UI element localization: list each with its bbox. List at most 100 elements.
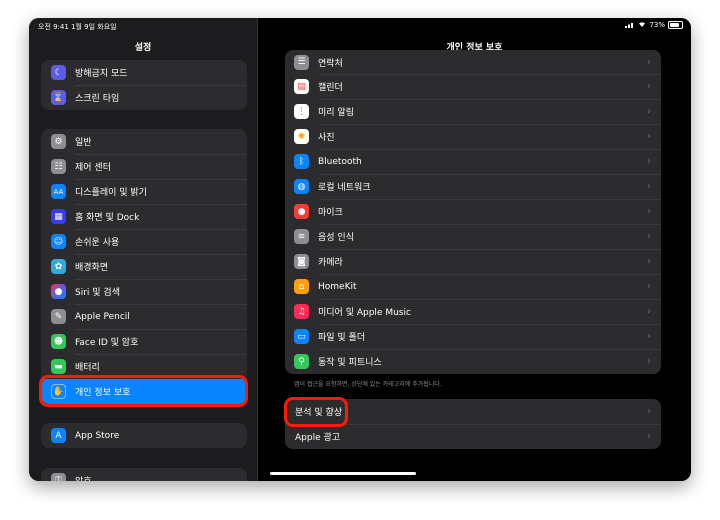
sidebar-item-general[interactable]: ⚙ 일반 <box>41 129 247 154</box>
cellular-signal-icon <box>625 22 635 28</box>
camera-icon: ◙ <box>294 254 309 269</box>
sidebar-title: 설정 <box>134 43 152 53</box>
chevron-right-icon: › <box>647 131 651 142</box>
sidebar-item-wallpaper[interactable]: ✿ 배경화면 <box>41 254 247 279</box>
accessibility-icon: ☺ <box>51 234 66 249</box>
contacts-icon: ☰ <box>294 54 309 70</box>
list-item-label: 카메라 <box>318 258 343 268</box>
sidebar-item-face-id[interactable]: ☻ Face ID 및 암호 <box>41 329 247 354</box>
chevron-right-icon: › <box>647 181 651 192</box>
sidebar-item-apple-pencil[interactable]: ✎ Apple Pencil <box>41 304 247 329</box>
list-item-label: 음성 인식 <box>318 233 354 243</box>
status-bar: 오전 9:41 1월 9일 화요일 73% <box>29 18 691 34</box>
globe-icon: ◍ <box>294 179 309 194</box>
sidebar-item-screen-time[interactable]: ⌛ 스크린 타임 <box>41 85 247 110</box>
home-indicator[interactable] <box>270 472 416 475</box>
chevron-right-icon: › <box>647 206 651 217</box>
sidebar-group-passwords: ⚿ 암호 <box>41 468 247 481</box>
list-item-label: HomeKit <box>318 281 357 292</box>
chevron-right-icon: › <box>647 331 651 342</box>
status-time: 오전 9:41 1월 9일 화요일 <box>38 23 117 31</box>
sidebar-group-focus: ☾ 방해금지 모드 ⌛ 스크린 타임 <box>41 60 247 110</box>
ipad-screen: 설정 ☾ 방해금지 모드 ⌛ 스크린 타임 ⚙ 일반 ☷ 제어 센터 AA 디스 <box>29 18 691 481</box>
chevron-right-icon: › <box>647 56 651 68</box>
highlight-privacy-annotation <box>39 375 248 407</box>
list-item-bluetooth[interactable]: ᛒ Bluetooth › <box>285 149 661 174</box>
list-item-local-network[interactable]: ◍ 로컬 네트워크 › <box>285 174 661 199</box>
sidebar-item-label: 배경화면 <box>75 263 109 273</box>
section-footer-note: 앱이 접근을 요청하면, 상단에 있는 카테고리에 추가됩니다. <box>294 381 442 388</box>
calendar-icon: ▤ <box>294 79 309 94</box>
list-item-label: 동작 및 피트니스 <box>318 358 382 368</box>
sidebar-item-passwords[interactable]: ⚿ 암호 <box>41 468 247 481</box>
sidebar-item-siri[interactable]: ● Siri 및 검색 <box>41 279 247 304</box>
privacy-permissions-list: ☰ 연락처 › ▤ 캘린더 › ⋮ 미리 알림 › ✺ 사진 › ᛒ Bluet <box>285 50 661 374</box>
list-item-camera[interactable]: ◙ 카메라 › <box>285 249 661 274</box>
list-item-label: 미리 알림 <box>318 108 354 118</box>
sidebar-item-label: 손쉬운 사용 <box>75 238 120 248</box>
sidebar-group-main: ⚙ 일반 ☷ 제어 센터 AA 디스플레이 및 밝기 ▦ 홈 화면 및 Dock… <box>41 129 247 404</box>
sidebar-item-label: 배터리 <box>75 363 100 373</box>
sidebar-item-do-not-disturb[interactable]: ☾ 방해금지 모드 <box>41 60 247 85</box>
list-item-label: 파일 및 폴더 <box>318 333 366 343</box>
sidebar: 설정 ☾ 방해금지 모드 ⌛ 스크린 타임 ⚙ 일반 ☷ 제어 센터 AA 디스 <box>29 18 257 481</box>
list-item-label: 캘린더 <box>318 83 343 93</box>
sidebar-group-store: A App Store <box>41 423 247 448</box>
chevron-right-icon: › <box>647 306 651 317</box>
battery-percent: 73% <box>649 21 665 29</box>
key-icon: ⚿ <box>51 473 66 481</box>
sidebar-item-label: 제어 센터 <box>75 163 111 173</box>
sidebar-item-label: 방해금지 모드 <box>75 69 128 79</box>
sidebar-item-accessibility[interactable]: ☺ 손쉬운 사용 <box>41 229 247 254</box>
list-item-contacts[interactable]: ☰ 연락처 › <box>285 50 661 74</box>
sidebar-item-label: 스크린 타임 <box>75 94 120 104</box>
fitness-icon: ⚲ <box>294 354 309 369</box>
list-item-apple-ads[interactable]: Apple 광고 › <box>285 424 661 449</box>
list-item-photos[interactable]: ✺ 사진 › <box>285 124 661 149</box>
sidebar-item-label: 암호 <box>75 474 247 481</box>
home-icon: ⌂ <box>294 279 309 294</box>
list-item-media-music[interactable]: ♫ 미디어 및 Apple Music › <box>285 299 661 324</box>
list-item-motion-fitness[interactable]: ⚲ 동작 및 피트니스 › <box>285 349 661 374</box>
sidebar-item-display[interactable]: AA 디스플레이 및 밝기 <box>41 179 247 204</box>
chevron-right-icon: › <box>647 231 651 242</box>
toggles-icon: ☷ <box>51 159 66 174</box>
sidebar-item-label: 디스플레이 및 밝기 <box>75 188 147 198</box>
chevron-right-icon: › <box>647 281 651 292</box>
list-item-microphone[interactable]: ● 마이크 › <box>285 199 661 224</box>
siri-icon: ● <box>51 284 66 299</box>
reminders-icon: ⋮ <box>294 104 309 119</box>
battery-level-icon <box>668 21 683 29</box>
list-item-files-folders[interactable]: ▭ 파일 및 폴더 › <box>285 324 661 349</box>
list-item-reminders[interactable]: ⋮ 미리 알림 › <box>285 99 661 124</box>
chevron-right-icon: › <box>647 431 651 442</box>
photos-icon: ✺ <box>294 129 309 144</box>
pencil-icon: ✎ <box>51 309 66 324</box>
sidebar-item-label: Face ID 및 암호 <box>75 338 139 348</box>
highlight-analytics-annotation <box>284 397 348 427</box>
sidebar-item-home-screen[interactable]: ▦ 홈 화면 및 Dock <box>41 204 247 229</box>
list-item-label: 마이크 <box>318 208 343 218</box>
sidebar-item-control-center[interactable]: ☷ 제어 센터 <box>41 154 247 179</box>
list-item-label: Bluetooth <box>318 156 362 167</box>
waveform-icon: ≋ <box>294 229 309 244</box>
moon-icon: ☾ <box>51 65 66 80</box>
display-aa-icon: AA <box>51 184 66 199</box>
wallpaper-flower-icon: ✿ <box>51 259 66 274</box>
list-item-label: 로컬 네트워크 <box>318 183 371 193</box>
sidebar-item-app-store[interactable]: A App Store <box>41 423 247 448</box>
list-item-label: 연락처 <box>318 58 343 69</box>
list-item-speech-recognition[interactable]: ≋ 음성 인식 › <box>285 224 661 249</box>
home-grid-icon: ▦ <box>51 209 66 224</box>
list-item-label: Apple 광고 <box>295 433 341 443</box>
gear-icon: ⚙ <box>51 134 66 149</box>
chevron-right-icon: › <box>647 156 651 167</box>
sidebar-item-label: App Store <box>75 430 120 441</box>
faceid-icon: ☻ <box>51 334 66 349</box>
folder-icon: ▭ <box>294 329 309 344</box>
status-indicators: 73% <box>625 21 683 29</box>
music-icon: ♫ <box>294 304 309 319</box>
list-item-calendar[interactable]: ▤ 캘린더 › <box>285 74 661 99</box>
list-item-homekit[interactable]: ⌂ HomeKit › <box>285 274 661 299</box>
chevron-right-icon: › <box>647 256 651 267</box>
